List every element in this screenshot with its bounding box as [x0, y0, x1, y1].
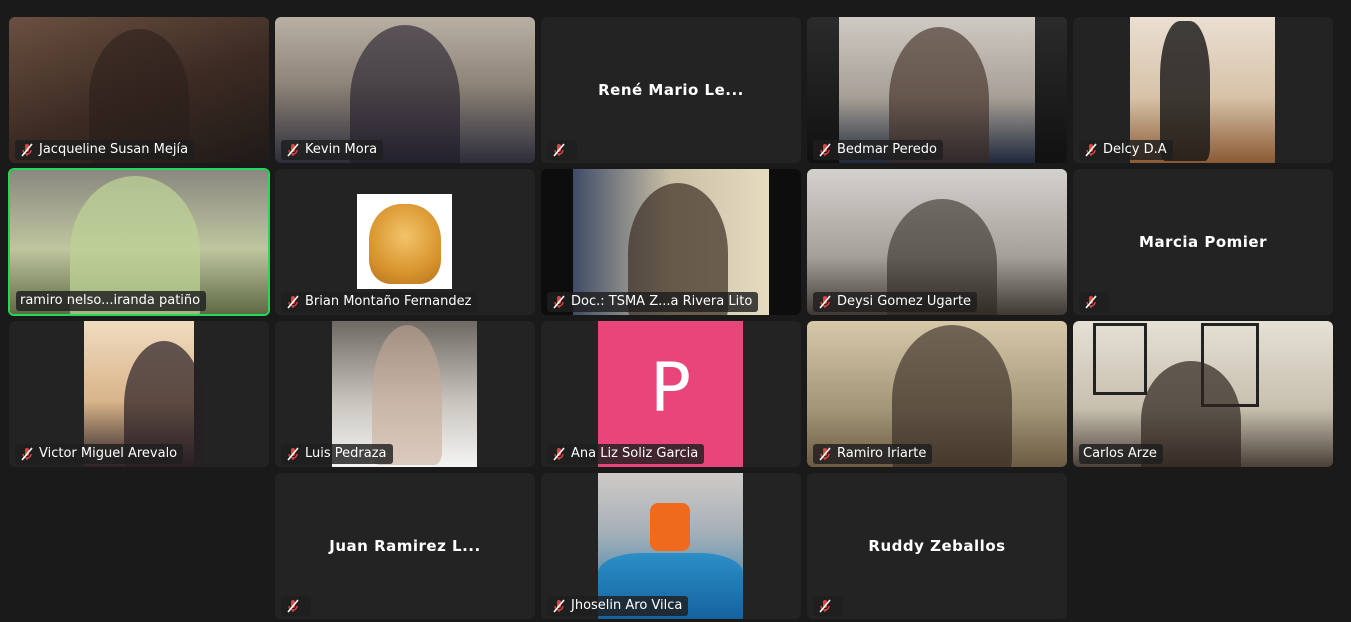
- participant-tile[interactable]: Marcia Pomier: [1073, 169, 1333, 315]
- mic-muted-icon: [285, 294, 301, 310]
- participant-tile-active-speaker[interactable]: ramiro nelso...iranda patiño: [8, 168, 270, 316]
- participant-display-name: Marcia Pomier: [1139, 233, 1267, 251]
- mic-muted-icon: [285, 142, 301, 158]
- participant-tile[interactable]: Deysi Gomez Ugarte: [807, 169, 1067, 315]
- participant-display-name: Juan Ramirez L...: [329, 537, 481, 555]
- participant-tile[interactable]: Jhoselin Aro Vilca: [541, 473, 801, 619]
- participant-nametag: [281, 596, 311, 616]
- participant-name: Ana Liz Soliz Garcia: [571, 446, 699, 461]
- gallery-view: Jacqueline Susan Mejía Kevin Mora René M…: [0, 0, 1351, 622]
- wall-picture: [1093, 323, 1147, 395]
- participant-name: Carlos Arze: [1083, 446, 1157, 461]
- participant-tile[interactable]: Bedmar Peredo: [807, 17, 1067, 163]
- participant-name: Delcy D.A: [1103, 142, 1167, 157]
- mic-muted-icon: [817, 142, 833, 158]
- mic-muted-icon: [551, 446, 567, 462]
- participant-name: Ramiro Iriarte: [837, 446, 927, 461]
- participant-name: Luis Pedraza: [305, 446, 387, 461]
- participant-nametag: Carlos Arze: [1079, 444, 1163, 464]
- participant-tile[interactable]: Ramiro Iriarte: [807, 321, 1067, 467]
- participant-name: Deysi Gomez Ugarte: [837, 294, 972, 309]
- mic-muted-icon: [19, 142, 35, 158]
- participant-nametag: ramiro nelso...iranda patiño: [16, 291, 207, 311]
- participant-video: [357, 194, 452, 289]
- participant-display-name: Ruddy Zeballos: [868, 537, 1006, 555]
- participant-name: Brian Montaño Fernandez: [305, 294, 472, 309]
- participant-nametag: Ana Liz Soliz Garcia: [547, 444, 705, 464]
- participant-nametag: [813, 596, 843, 616]
- participant-name: ramiro nelso...iranda patiño: [20, 293, 201, 308]
- participant-tile[interactable]: Doc.: TSMA Z...a Rivera Lito: [541, 169, 801, 315]
- participant-tile[interactable]: Carlos Arze: [1073, 321, 1333, 467]
- participant-nametag: Jhoselin Aro Vilca: [547, 596, 689, 616]
- participant-nametag: Deysi Gomez Ugarte: [813, 292, 978, 312]
- participant-name: Jhoselin Aro Vilca: [571, 598, 683, 613]
- participant-nametag: Luis Pedraza: [281, 444, 393, 464]
- participant-tile[interactable]: René Mario Le...: [541, 17, 801, 163]
- participant-tile[interactable]: Delcy D.A: [1073, 17, 1333, 163]
- avatar-initial: P: [649, 349, 691, 428]
- participant-nametag: Victor Miguel Arevalo: [15, 444, 184, 464]
- mic-muted-icon: [551, 294, 567, 310]
- participant-nametag: [547, 140, 577, 160]
- mic-muted-icon: [19, 446, 35, 462]
- participant-name: Bedmar Peredo: [837, 142, 937, 157]
- mic-muted-icon: [1083, 142, 1099, 158]
- mic-muted-icon: [1083, 294, 1099, 310]
- participant-name: Jacqueline Susan Mejía: [39, 142, 189, 157]
- participant-nametag: Bedmar Peredo: [813, 140, 943, 160]
- participant-nametag: Delcy D.A: [1079, 140, 1173, 160]
- participant-nametag: Ramiro Iriarte: [813, 444, 933, 464]
- participant-tile[interactable]: P Ana Liz Soliz Garcia: [541, 321, 801, 467]
- participant-nametag: Brian Montaño Fernandez: [281, 292, 478, 312]
- mic-muted-icon: [551, 598, 567, 614]
- participant-name: Victor Miguel Arevalo: [39, 446, 178, 461]
- mic-muted-icon: [817, 598, 833, 614]
- participant-name: Doc.: TSMA Z...a Rivera Lito: [571, 294, 753, 309]
- participant-tile[interactable]: Jacqueline Susan Mejía: [9, 17, 269, 163]
- participant-nametag: Jacqueline Susan Mejía: [15, 140, 195, 160]
- participant-name: Kevin Mora: [305, 142, 378, 157]
- participant-tile[interactable]: Victor Miguel Arevalo: [9, 321, 269, 467]
- mic-muted-icon: [551, 142, 567, 158]
- participant-nametag: Kevin Mora: [281, 140, 384, 160]
- participant-tile[interactable]: Luis Pedraza: [275, 321, 535, 467]
- participant-tile[interactable]: Juan Ramirez L...: [275, 473, 535, 619]
- mic-muted-icon: [817, 294, 833, 310]
- participant-nametag: [1079, 292, 1109, 312]
- mic-muted-icon: [285, 598, 301, 614]
- participant-tile[interactable]: Brian Montaño Fernandez: [275, 169, 535, 315]
- participant-nametag: Doc.: TSMA Z...a Rivera Lito: [547, 292, 759, 312]
- life-vest: [650, 503, 690, 551]
- mic-muted-icon: [817, 446, 833, 462]
- participant-tile[interactable]: Ruddy Zeballos: [807, 473, 1067, 619]
- mic-muted-icon: [285, 446, 301, 462]
- participant-tile[interactable]: Kevin Mora: [275, 17, 535, 163]
- participant-display-name: René Mario Le...: [598, 81, 744, 99]
- dog-avatar: [369, 204, 441, 284]
